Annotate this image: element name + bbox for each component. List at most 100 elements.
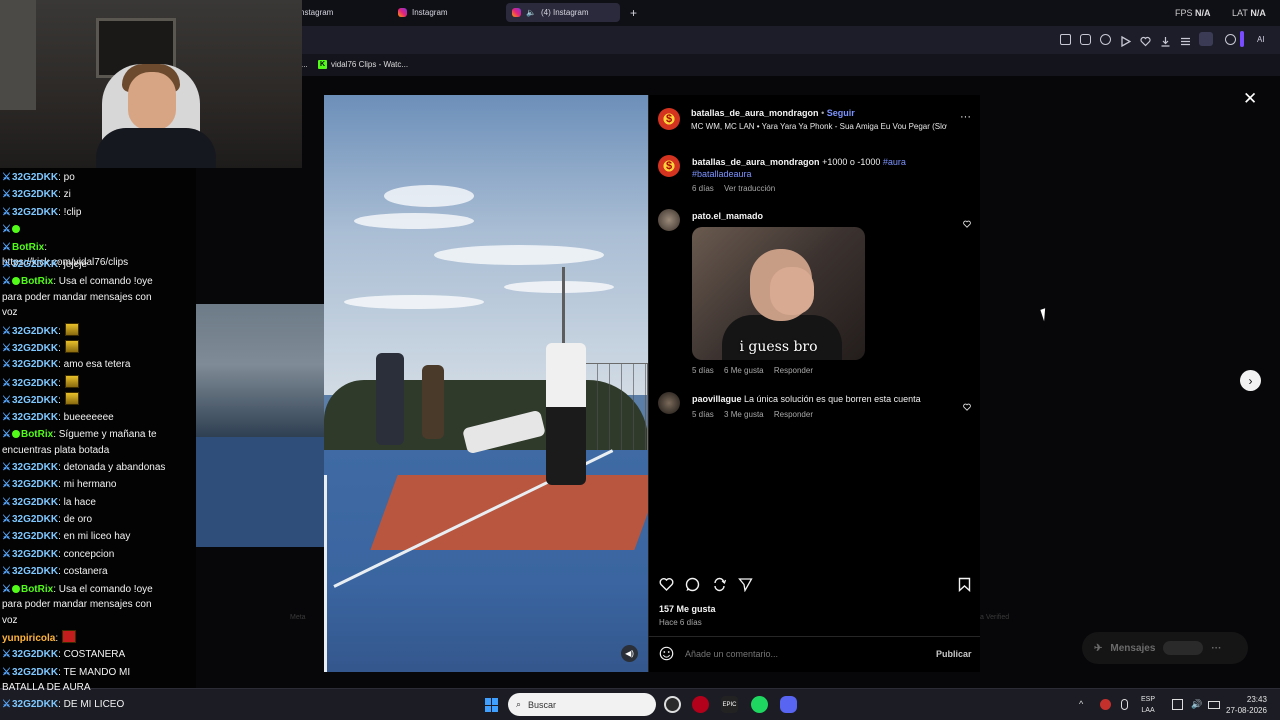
like-comment-icon[interactable] bbox=[963, 398, 971, 411]
commenter-avatar[interactable] bbox=[658, 209, 680, 231]
edit-icon[interactable] bbox=[1060, 34, 1071, 45]
video-cloud bbox=[384, 185, 474, 207]
repost-icon[interactable] bbox=[712, 577, 727, 592]
chat-username[interactable]: 32G2DKK bbox=[12, 259, 58, 270]
comment-likes[interactable]: 6 Me gusta bbox=[724, 366, 764, 375]
tab-instagram-2[interactable]: Instagram bbox=[392, 3, 454, 22]
chat-username[interactable]: 32G2DKK bbox=[12, 514, 58, 525]
tray-app-icon[interactable] bbox=[1100, 699, 1111, 710]
chat-username[interactable]: 32G2DKK bbox=[12, 497, 58, 508]
chat-username[interactable]: BotRix bbox=[21, 584, 53, 595]
heart-icon[interactable] bbox=[1140, 34, 1151, 47]
chat-username[interactable]: 32G2DKK bbox=[12, 395, 58, 406]
taskbar-app-unknown[interactable] bbox=[664, 696, 681, 713]
battery-icon[interactable] bbox=[1208, 701, 1220, 709]
chat-username[interactable]: 32G2DKK bbox=[12, 549, 58, 560]
messages-pill[interactable]: ✈ Mensajes ··· bbox=[1082, 632, 1248, 664]
comment-likes[interactable]: 3 Me gusta bbox=[724, 410, 764, 419]
chat-username[interactable]: 32G2DKK bbox=[12, 667, 58, 678]
bookmark-item[interactable]: ... bbox=[301, 60, 308, 69]
footer-link-verified[interactable]: a Verified bbox=[980, 614, 1009, 621]
author-avatar[interactable]: $ bbox=[658, 155, 680, 177]
comment-input[interactable] bbox=[685, 648, 905, 660]
epic-games-icon[interactable]: EPIC bbox=[721, 696, 738, 713]
messages-label: Mensajes bbox=[1110, 642, 1156, 654]
reply-link[interactable]: Responder bbox=[774, 366, 813, 375]
comment-icon[interactable] bbox=[685, 577, 700, 592]
bookmark-vidal-clips[interactable]: K vidal76 Clips - Watc... bbox=[318, 60, 408, 69]
tab-instagram-active[interactable]: 🔈 (4) Instagram bbox=[506, 3, 620, 22]
chat-username[interactable]: yunpiricola bbox=[2, 633, 55, 644]
author-username[interactable]: batallas_de_aura_mondragon bbox=[691, 108, 819, 118]
profile-icon[interactable] bbox=[1199, 32, 1213, 46]
sidebar-toggle-icon[interactable] bbox=[1240, 31, 1244, 47]
share-icon[interactable] bbox=[738, 577, 753, 593]
chat-username[interactable]: BotRix bbox=[12, 242, 44, 253]
comment-meta: 5 días 3 Me gusta Responder bbox=[692, 410, 813, 419]
volume-icon[interactable]: 🔊 bbox=[1191, 699, 1202, 710]
author-avatar[interactable]: $ bbox=[658, 108, 680, 130]
chat-username[interactable]: 32G2DKK bbox=[12, 649, 58, 660]
like-comment-icon[interactable] bbox=[963, 215, 971, 228]
system-clock[interactable]: 23:43 27-08-2026 bbox=[1226, 694, 1267, 716]
chat-username[interactable]: BotRix bbox=[21, 276, 53, 287]
chat-username[interactable]: 32G2DKK bbox=[12, 479, 58, 490]
commenter-avatar[interactable] bbox=[658, 392, 680, 414]
chat-username[interactable]: 32G2DKK bbox=[12, 378, 58, 389]
menu-icon[interactable] bbox=[1180, 34, 1191, 46]
chat-username[interactable]: 32G2DKK bbox=[12, 207, 58, 218]
camera-icon[interactable] bbox=[1080, 34, 1091, 45]
footer-link-meta[interactable]: Meta bbox=[290, 614, 306, 621]
audio-track[interactable]: MC WM, MC LAN • Yara Yara Ya Phonk - Sua… bbox=[691, 122, 947, 131]
opera-gx-icon[interactable] bbox=[692, 696, 709, 713]
windows-start-icon[interactable] bbox=[485, 698, 499, 712]
chat-colon: : bbox=[58, 325, 64, 337]
save-icon[interactable] bbox=[957, 577, 972, 593]
hashtag-aura[interactable]: #aura bbox=[883, 157, 906, 167]
next-post-button[interactable]: › bbox=[1240, 370, 1261, 391]
comment-username[interactable]: paovillague bbox=[692, 394, 742, 404]
mute-button[interactable]: ◀) bbox=[621, 645, 638, 662]
chat-message: yunpiricola: bbox=[2, 629, 166, 647]
comment-username[interactable]: pato.el_mamado bbox=[692, 211, 763, 221]
reply-link[interactable]: Responder bbox=[774, 410, 813, 419]
chat-username[interactable]: 32G2DKK bbox=[12, 326, 58, 337]
post-video[interactable] bbox=[324, 95, 648, 672]
play-icon[interactable] bbox=[1120, 34, 1132, 48]
network-icon[interactable] bbox=[1172, 699, 1183, 710]
shield-icon[interactable] bbox=[1100, 34, 1111, 45]
chat-username[interactable]: BotRix bbox=[21, 429, 53, 440]
chat-emote bbox=[61, 629, 76, 643]
publish-button[interactable]: Publicar bbox=[936, 649, 972, 659]
caption-username[interactable]: batallas_de_aura_mondragon bbox=[692, 157, 820, 167]
chat-username[interactable]: 32G2DKK bbox=[12, 189, 58, 200]
discord-icon[interactable] bbox=[780, 696, 797, 713]
like-count[interactable]: 157 Me gusta bbox=[659, 604, 716, 614]
chat-username[interactable]: 32G2DKK bbox=[12, 412, 58, 423]
comment-gif[interactable]: i guess bro bbox=[692, 227, 865, 360]
microphone-icon[interactable] bbox=[1121, 699, 1128, 710]
more-options-icon[interactable]: ··· bbox=[960, 111, 971, 123]
chat-emote bbox=[64, 374, 79, 388]
taskbar-search[interactable]: ⌕ Buscar bbox=[508, 693, 656, 716]
chat-username[interactable]: 32G2DKK bbox=[12, 531, 58, 542]
close-icon[interactable]: ✕ bbox=[1243, 89, 1257, 109]
chat-username[interactable]: 32G2DKK bbox=[12, 566, 58, 577]
chat-username[interactable]: 32G2DKK bbox=[12, 462, 58, 473]
new-tab-button[interactable]: + bbox=[624, 3, 643, 22]
spotify-icon[interactable] bbox=[751, 696, 768, 713]
like-icon[interactable] bbox=[659, 577, 674, 592]
language-indicator[interactable]: ESP LAA bbox=[1141, 694, 1155, 716]
download-icon[interactable] bbox=[1160, 34, 1171, 47]
extension-icon[interactable] bbox=[1225, 34, 1236, 45]
emoji-icon[interactable] bbox=[659, 646, 674, 666]
see-translation-link[interactable]: Ver traducción bbox=[724, 184, 775, 193]
chevron-up-icon[interactable]: ^ bbox=[1079, 699, 1090, 710]
hashtag-batalladeaura[interactable]: #batalladeaura bbox=[692, 169, 752, 179]
chat-username[interactable]: 32G2DKK bbox=[12, 343, 58, 354]
chat-username[interactable]: 32G2DKK bbox=[12, 172, 58, 183]
follow-button[interactable]: Seguir bbox=[827, 108, 855, 118]
chat-username[interactable]: 32G2DKK bbox=[12, 359, 58, 370]
chat-username[interactable]: 32G2DKK bbox=[12, 699, 58, 710]
ai-button[interactable]: AI bbox=[1257, 35, 1265, 44]
